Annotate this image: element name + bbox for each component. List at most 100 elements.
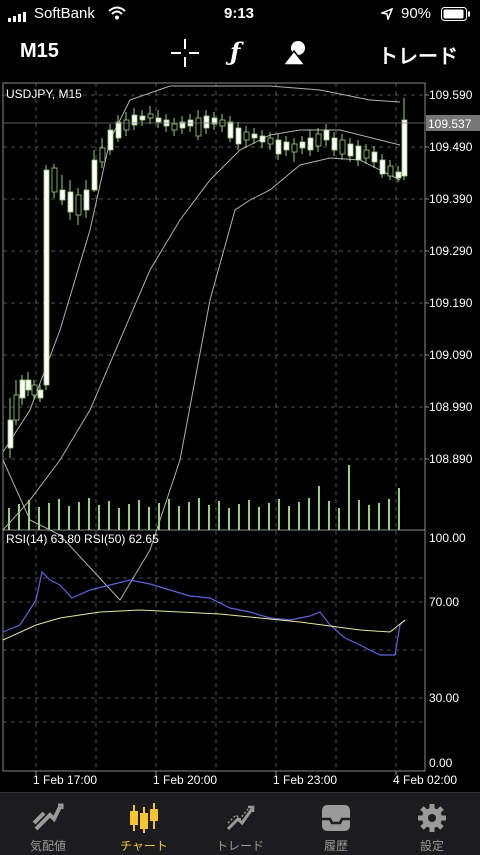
- volume-bar: [268, 503, 270, 530]
- chart-area[interactable]: 109.537 USDJPY, M15 RSI(14) 63.80 RSI(50…: [0, 80, 480, 792]
- candle-body: [171, 123, 178, 131]
- candle-body: [339, 139, 346, 155]
- signal-icon: [8, 9, 30, 26]
- tab-chart-label: チャート: [120, 839, 168, 853]
- indicators-icon[interactable]: ƒ: [230, 37, 240, 66]
- volume-bar: [368, 505, 370, 530]
- volume-bar: [338, 508, 340, 530]
- volume-bar: [88, 498, 90, 530]
- candle-body: [123, 119, 130, 131]
- candle-body: [291, 143, 298, 153]
- volume-bar: [198, 498, 200, 530]
- timeframe-button[interactable]: M15: [20, 40, 59, 63]
- volume-bar: [158, 503, 160, 530]
- candle-body: [147, 113, 154, 119]
- candle-body: [395, 171, 402, 179]
- candle-body: [19, 379, 26, 399]
- battery-percent: 90%: [401, 5, 432, 22]
- price-tick-label: 109.190: [429, 296, 473, 310]
- candle-body: [355, 145, 362, 161]
- volume-bar: [388, 499, 390, 530]
- volume-bar: [38, 507, 40, 530]
- volume-bar: [128, 504, 130, 530]
- volume-bar: [58, 499, 60, 530]
- symbol-label: USDJPY, M15: [6, 87, 82, 101]
- trade-button[interactable]: トレード: [378, 40, 458, 69]
- price-tick-label: 109.490: [429, 140, 473, 154]
- volume-bar: [298, 502, 300, 530]
- wifi-icon: [108, 6, 126, 24]
- volume-bar: [328, 501, 330, 530]
- objects-icon[interactable]: [281, 39, 309, 73]
- candle-body: [59, 189, 66, 201]
- candle-body: [401, 119, 408, 177]
- candle-body: [387, 165, 394, 177]
- trade-icon: [226, 805, 255, 831]
- volume-bar: [358, 500, 360, 530]
- price-chart[interactable]: 109.537 USDJPY, M15 RSI(14) 63.80 RSI(50…: [0, 80, 480, 792]
- candle-body: [371, 151, 378, 163]
- volume-bar: [8, 508, 10, 530]
- volume-bar: [118, 508, 120, 530]
- tab-history[interactable]: 履歴: [288, 793, 384, 855]
- candle-body: [51, 167, 58, 193]
- crosshair-icon[interactable]: [171, 39, 199, 73]
- price-tick-label: 109.290: [429, 244, 473, 258]
- rsi-tick-label: 0.00: [429, 756, 453, 770]
- candle-body: [347, 143, 354, 157]
- candle-body: [331, 137, 338, 151]
- volume-bar: [218, 501, 220, 530]
- chart-toolbar: M15 ƒ トレード: [0, 28, 480, 78]
- status-bar: SoftBank 9:13 90%: [0, 0, 480, 28]
- volume-bar: [108, 501, 110, 530]
- candle-body: [251, 133, 258, 139]
- volume-bar: [48, 503, 50, 530]
- candle-body: [307, 137, 314, 151]
- tab-chart[interactable]: チャート: [96, 793, 192, 855]
- indicator-label: RSI(14) 63.80 RSI(50) 62.65: [6, 532, 159, 546]
- price-tick-label: 109.590: [429, 88, 473, 102]
- candle-body: [83, 189, 90, 211]
- tab-quotes-label: 気配値: [29, 839, 66, 853]
- candle-body: [155, 117, 162, 123]
- volume-bar: [398, 488, 400, 530]
- candle-body: [203, 115, 210, 129]
- price-tick-label: 109.390: [429, 192, 473, 206]
- candle-body: [99, 147, 106, 163]
- battery-icon: [441, 7, 471, 25]
- candle-body: [315, 133, 322, 147]
- candle-body: [267, 137, 274, 145]
- rsi50-line: [2, 609, 406, 641]
- candle-body: [107, 129, 114, 151]
- tab-trade[interactable]: トレード: [192, 793, 288, 855]
- tab-quotes[interactable]: 気配値: [0, 793, 96, 855]
- volume-bar: [98, 505, 100, 530]
- current-price-label: 109.537: [428, 117, 472, 131]
- tab-settings[interactable]: 設定: [384, 793, 480, 855]
- candle-body: [115, 121, 122, 139]
- time-tick-label: 1 Feb 20:00: [153, 773, 217, 787]
- volume-bar: [28, 500, 30, 530]
- quotes-icon: [32, 803, 64, 831]
- tab-settings-label: 設定: [419, 839, 444, 853]
- candle-body: [43, 169, 50, 386]
- chart-icon: [130, 803, 158, 833]
- candle-body: [31, 384, 38, 396]
- location-icon: [379, 7, 394, 24]
- volume-bar: [278, 499, 280, 530]
- volume-bar: [378, 503, 380, 530]
- candle-body: [243, 131, 250, 141]
- candle-body: [91, 159, 98, 191]
- tab-trade-label: トレード: [215, 839, 264, 853]
- candle-body: [235, 127, 242, 145]
- candle-body: [25, 379, 32, 391]
- candle-body: [139, 115, 146, 121]
- candle-body: [37, 389, 44, 399]
- volume-bar: [148, 507, 150, 530]
- candle-body: [259, 135, 266, 143]
- time-tick-label: 1 Feb 17:00: [33, 773, 97, 787]
- candle-body: [7, 419, 14, 449]
- tab-history-label: 履歴: [323, 839, 348, 853]
- volume-bar: [78, 502, 80, 530]
- volume-bar: [68, 506, 70, 530]
